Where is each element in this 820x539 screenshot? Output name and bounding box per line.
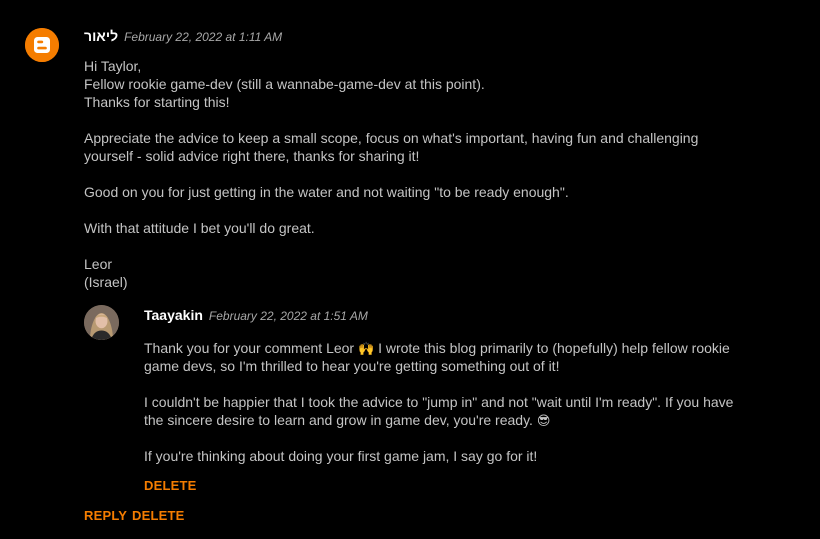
comment-line: Thanks for starting this! xyxy=(84,94,230,110)
delete-comment-button[interactable]: DELETE xyxy=(132,508,184,523)
comment-paragraph: Good on you for just getting in the wate… xyxy=(84,183,784,201)
reply-body: Thank you for your comment Leor 🙌 I wrot… xyxy=(144,339,794,465)
comment-paragraph: Appreciate the advice to keep a small sc… xyxy=(84,129,784,165)
reply-line: the sincere desire to learn and grow in … xyxy=(144,412,537,428)
comment-line: Appreciate the advice to keep a small sc… xyxy=(84,130,699,146)
reply-button[interactable]: REPLY xyxy=(84,508,127,523)
sunglasses-emoji-icon: 😎 xyxy=(536,413,551,428)
reply-line: I couldn't be happier that I took the ad… xyxy=(144,394,734,410)
comment-line: Good on you for just getting in the wate… xyxy=(84,184,569,200)
comment-line: Leor xyxy=(84,256,113,272)
comment-line: Hi Taylor, xyxy=(84,58,142,74)
comment-line: yourself - solid advice right there, tha… xyxy=(84,148,420,164)
blogger-icon[interactable] xyxy=(25,28,59,62)
reply-timestamp[interactable]: February 22, 2022 at 1:51 AM xyxy=(209,309,368,323)
comment-timestamp[interactable]: February 22, 2022 at 1:11 AM xyxy=(124,30,282,44)
reply-paragraph: If you're thinking about doing your firs… xyxy=(144,447,794,465)
reply-line: game devs, so I'm thrilled to hear you'r… xyxy=(144,358,560,374)
raising-hands-emoji-icon: 🙌 xyxy=(358,341,375,356)
comment-paragraph: Leor (Israel) xyxy=(84,255,784,291)
delete-reply-button[interactable]: DELETE xyxy=(144,478,196,493)
comment-paragraph: With that attitude I bet you'll do great… xyxy=(84,219,784,237)
reply-line: Thank you for your comment Leor xyxy=(144,340,358,356)
reply-header: Taayakin February 22, 2022 at 1:51 AM xyxy=(144,307,368,325)
reply-paragraph: Thank you for your comment Leor 🙌 I wrot… xyxy=(144,339,794,375)
reply-line: If you're thinking about doing your firs… xyxy=(144,448,538,464)
comment-author[interactable]: ליאור xyxy=(84,28,118,44)
reply-paragraph: I couldn't be happier that I took the ad… xyxy=(144,393,794,429)
comment-paragraph: Hi Taylor, Fellow rookie game-dev (still… xyxy=(84,57,784,111)
user-photo-avatar[interactable] xyxy=(84,305,119,340)
reply-author[interactable]: Taayakin xyxy=(144,307,203,323)
comment-header: ליאור February 22, 2022 at 1:11 AM xyxy=(84,28,282,46)
comment-line: Fellow rookie game-dev (still a wannabe-… xyxy=(84,76,485,92)
comment-line: (Israel) xyxy=(84,274,128,290)
comment-body: Hi Taylor, Fellow rookie game-dev (still… xyxy=(84,57,784,291)
reply-line: I wrote this blog primarily to (hopefull… xyxy=(374,340,730,356)
comment-line: With that attitude I bet you'll do great… xyxy=(84,220,315,236)
